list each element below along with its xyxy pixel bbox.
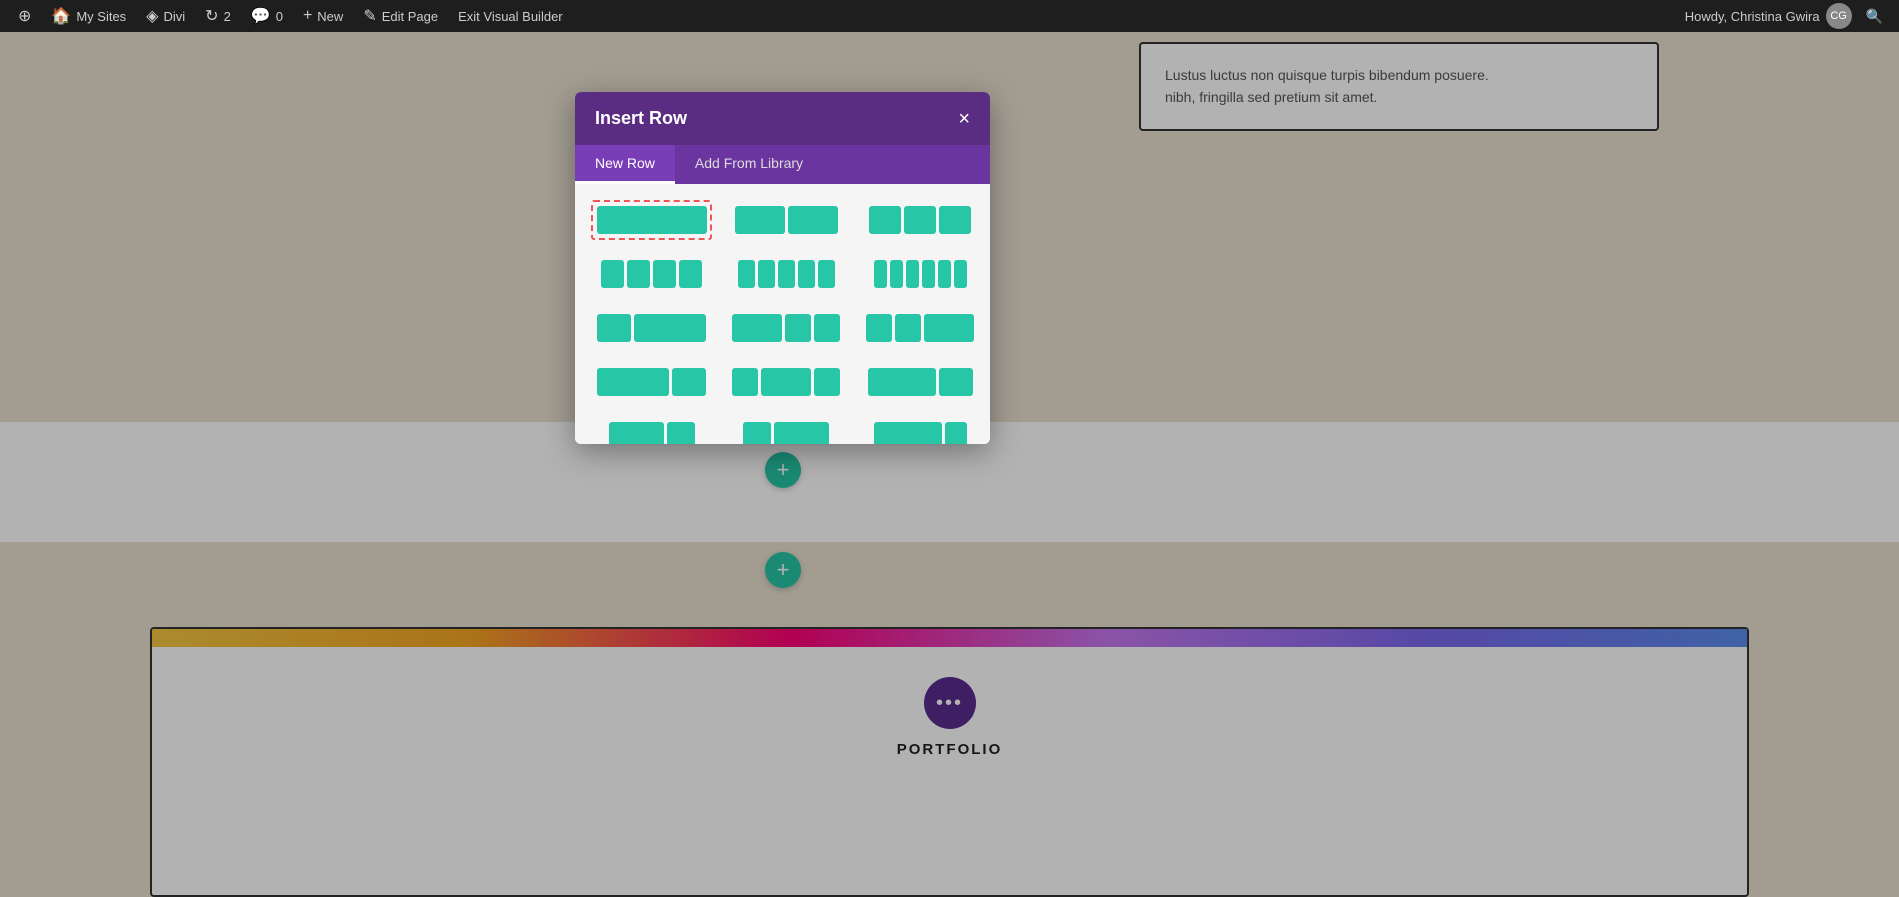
layout-4col[interactable] xyxy=(591,254,712,294)
exit-vb-item[interactable]: Exit Visual Builder xyxy=(448,0,573,32)
edit-page-item[interactable]: ✎ Edit Page xyxy=(353,0,448,32)
layout-row5-a[interactable] xyxy=(591,416,712,444)
search-icon[interactable]: 🔍 xyxy=(1858,8,1891,25)
page-background: Lustus luctus non quisque turpis bibendu… xyxy=(0,32,1899,897)
modal-title: Insert Row xyxy=(595,108,687,129)
layout-row5-c[interactable] xyxy=(860,416,980,444)
layout-3col[interactable] xyxy=(860,200,980,240)
updates-item[interactable]: ↻ 2 xyxy=(195,0,241,32)
layout-1col[interactable] xyxy=(591,200,712,240)
modal-close-button[interactable]: × xyxy=(958,109,970,129)
layout-large-small-v3[interactable] xyxy=(860,362,980,402)
tab-add-from-library[interactable]: Add From Library xyxy=(675,145,823,184)
my-sites-label: My Sites xyxy=(76,9,126,24)
wp-logo-item[interactable]: ⊕ xyxy=(8,0,41,32)
layout-5col[interactable] xyxy=(726,254,846,294)
insert-row-modal: Insert Row × New Row Add From Library xyxy=(575,92,990,444)
layout-large-small-v2[interactable] xyxy=(591,362,712,402)
user-label: Howdy, Christina Gwira xyxy=(1685,9,1820,24)
wp-logo-icon: ⊕ xyxy=(18,6,31,26)
new-label: New xyxy=(317,9,343,24)
divi-label: Divi xyxy=(163,9,185,24)
layout-small-large-small[interactable] xyxy=(726,362,846,402)
layout-row5-b[interactable] xyxy=(726,416,846,444)
updates-icon: ↻ xyxy=(205,6,218,26)
exit-vb-label: Exit Visual Builder xyxy=(458,9,563,24)
modal-body xyxy=(575,184,990,444)
updates-count: 2 xyxy=(224,9,231,24)
admin-bar-right: Howdy, Christina Gwira CG 🔍 xyxy=(1685,3,1891,29)
layout-small-small-large[interactable] xyxy=(860,308,980,348)
layout-2col[interactable] xyxy=(726,200,846,240)
modal-header: Insert Row × xyxy=(575,92,990,145)
comments-icon: 💬 xyxy=(251,6,271,26)
my-sites-item[interactable]: 🏠 My Sites xyxy=(41,0,136,32)
comments-count: 0 xyxy=(276,9,283,24)
divi-item[interactable]: ◈ Divi xyxy=(136,0,195,32)
modal-tabs: New Row Add From Library xyxy=(575,145,990,184)
home-icon: 🏠 xyxy=(51,6,71,26)
avatar[interactable]: CG xyxy=(1826,3,1852,29)
layout-6col[interactable] xyxy=(860,254,980,294)
new-item[interactable]: + New xyxy=(293,0,353,32)
divi-icon: ◈ xyxy=(146,6,158,26)
new-icon: + xyxy=(303,7,312,25)
edit-icon: ✎ xyxy=(363,6,376,26)
comments-item[interactable]: 💬 0 xyxy=(241,0,293,32)
layout-large-small-small[interactable] xyxy=(726,308,846,348)
admin-bar: ⊕ 🏠 My Sites ◈ Divi ↻ 2 💬 0 + New ✎ Edit… xyxy=(0,0,1899,32)
edit-page-label: Edit Page xyxy=(382,9,438,24)
layout-small-large[interactable] xyxy=(591,308,712,348)
tab-new-row[interactable]: New Row xyxy=(575,145,675,184)
layout-grid xyxy=(591,200,974,444)
